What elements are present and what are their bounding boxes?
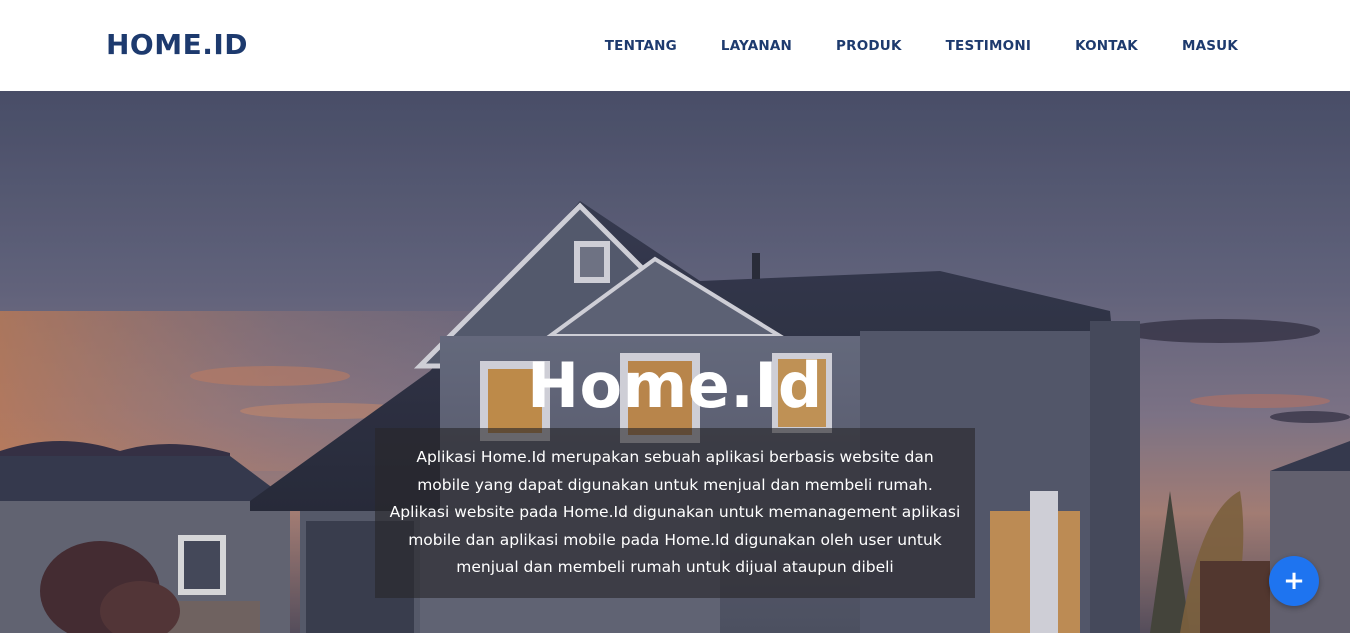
brand-logo[interactable]: HOME.ID bbox=[106, 28, 248, 61]
navbar: HOME.ID TENTANG LAYANAN PRODUK TESTIMONI… bbox=[0, 0, 1350, 91]
nav-link-produk[interactable]: PRODUK bbox=[836, 38, 902, 54]
nav-link-testimoni[interactable]: TESTIMONI bbox=[946, 38, 1031, 54]
nav-link-kontak[interactable]: KONTAK bbox=[1075, 38, 1138, 54]
plus-icon: + bbox=[1283, 566, 1305, 596]
nav-link-masuk[interactable]: MASUK bbox=[1182, 38, 1238, 54]
nav-menu: TENTANG LAYANAN PRODUK TESTIMONI KONTAK … bbox=[605, 38, 1238, 54]
add-fab-button[interactable]: + bbox=[1269, 556, 1319, 606]
hero-title: Home.Id bbox=[527, 349, 823, 422]
hero-section: Home.Id Aplikasi Home.Id merupakan sebua… bbox=[0, 91, 1350, 633]
hero-description-box: Aplikasi Home.Id merupakan sebuah aplika… bbox=[375, 428, 975, 598]
hero-description: Aplikasi Home.Id merupakan sebuah aplika… bbox=[389, 448, 961, 577]
nav-link-tentang[interactable]: TENTANG bbox=[605, 38, 677, 54]
nav-link-layanan[interactable]: LAYANAN bbox=[721, 38, 792, 54]
